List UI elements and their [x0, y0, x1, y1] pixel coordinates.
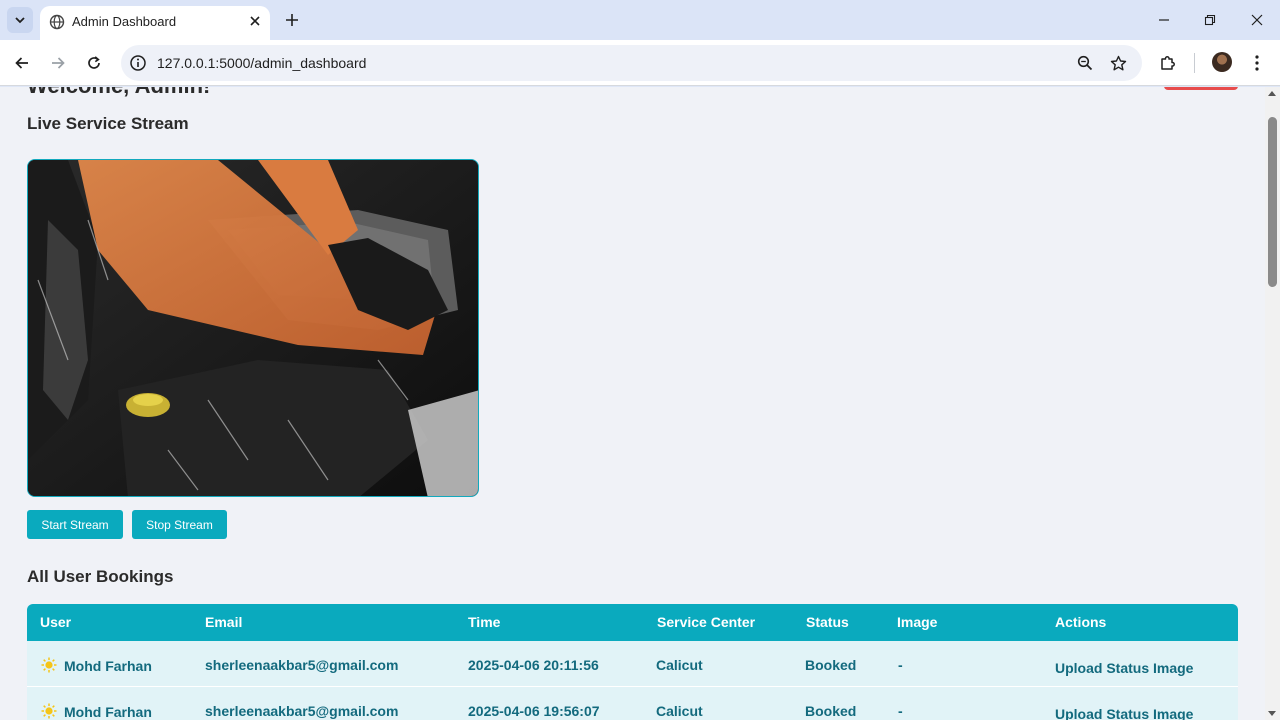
scrollbar-thumb[interactable]	[1268, 117, 1277, 287]
arrow-right-icon	[52, 57, 65, 69]
restore-window-button[interactable]	[1187, 0, 1233, 40]
upload-status-image-link[interactable]: Upload Status Image	[1055, 660, 1193, 676]
live-stream-video	[27, 159, 479, 497]
minimize-icon	[1159, 19, 1169, 21]
sun-icon	[41, 703, 57, 719]
address-bar[interactable]: 127.0.0.1:5000/admin_dashboard	[121, 45, 1142, 81]
forward-button[interactable]	[45, 50, 71, 76]
new-tab-button[interactable]	[281, 9, 303, 31]
zoom-icon	[1077, 55, 1093, 71]
scroll-down-arrow-icon[interactable]	[1268, 711, 1276, 716]
column-header-status: Status	[806, 614, 849, 630]
page-viewport: Welcome, Admin! Live Service Stream	[0, 87, 1280, 720]
stream-section-title: Live Service Stream	[27, 114, 189, 133]
table-row: Mohd Farhan sherleenaakbar5@gmail.com 20…	[27, 641, 1238, 687]
upload-status-image-link[interactable]: Upload Status Image	[1055, 706, 1193, 720]
puzzle-icon	[1161, 56, 1175, 70]
start-stream-button[interactable]: Start Stream	[27, 510, 123, 539]
restore-icon	[1204, 14, 1216, 26]
bookings-table: User Email Time Service Center Status Im…	[27, 604, 1238, 720]
star-icon	[1110, 55, 1126, 70]
cell-image: -	[898, 657, 903, 673]
cell-time: 2025-04-06 20:11:56	[468, 657, 599, 673]
cell-time: 2025-04-06 19:56:07	[468, 703, 600, 719]
bookmark-button[interactable]	[1108, 53, 1128, 73]
cell-service-center: Calicut	[656, 703, 703, 719]
scroll-up-arrow-icon[interactable]	[1268, 91, 1276, 96]
back-button[interactable]	[9, 50, 35, 76]
column-header-actions: Actions	[1055, 614, 1107, 630]
reload-button[interactable]	[81, 50, 107, 76]
chevron-down-icon	[15, 17, 25, 24]
browser-toolbar: 127.0.0.1:5000/admin_dashboard	[0, 40, 1280, 86]
cell-image: -	[898, 703, 903, 719]
table-header-row: User Email Time Service Center Status Im…	[27, 604, 1238, 641]
url-text[interactable]: 127.0.0.1:5000/admin_dashboard	[157, 55, 366, 71]
page-scrollbar[interactable]	[1265, 87, 1280, 720]
cell-email: sherleenaakbar5@gmail.com	[205, 657, 399, 673]
zoom-button[interactable]	[1075, 53, 1095, 73]
tab-search-button[interactable]	[7, 7, 33, 33]
cell-status: Booked	[805, 703, 857, 719]
extensions-button[interactable]	[1155, 50, 1181, 76]
cell-user: Mohd Farhan	[64, 658, 152, 674]
close-tab-button[interactable]	[246, 12, 264, 30]
column-header-user: User	[40, 614, 72, 630]
stream-frame-image	[28, 160, 478, 496]
browser-tab-strip: Admin Dashboard	[0, 0, 1280, 40]
cell-user: Mohd Farhan	[64, 704, 152, 720]
cell-service-center: Calicut	[656, 657, 703, 673]
reload-icon	[88, 56, 100, 69]
welcome-heading: Welcome, Admin!	[27, 87, 210, 99]
column-header-image: Image	[897, 614, 938, 630]
browser-tab-admin-dashboard[interactable]: Admin Dashboard	[40, 6, 270, 40]
plus-icon	[286, 14, 298, 26]
bookings-section-title: All User Bookings	[27, 567, 174, 586]
column-header-time: Time	[468, 614, 501, 630]
stop-stream-button[interactable]: Stop Stream	[132, 510, 227, 539]
profile-avatar[interactable]	[1212, 52, 1232, 72]
more-vert-icon	[1255, 55, 1259, 71]
globe-icon	[49, 14, 65, 30]
toolbar-divider	[1194, 53, 1195, 73]
site-info-icon[interactable]	[129, 54, 147, 72]
logout-button[interactable]	[1164, 87, 1238, 90]
close-window-button[interactable]	[1234, 0, 1280, 40]
table-row: Mohd Farhan sherleenaakbar5@gmail.com 20…	[27, 687, 1238, 720]
cell-status: Booked	[805, 657, 857, 673]
column-header-email: Email	[205, 614, 243, 630]
column-header-service-center: Service Center	[657, 614, 756, 630]
close-icon	[250, 16, 260, 26]
cell-email: sherleenaakbar5@gmail.com	[205, 703, 399, 719]
minimize-window-button[interactable]	[1141, 0, 1187, 40]
close-icon	[1251, 14, 1263, 26]
tab-title: Admin Dashboard	[72, 14, 177, 29]
sun-icon	[41, 657, 57, 673]
arrow-left-icon	[15, 57, 28, 69]
browser-menu-button[interactable]	[1244, 50, 1270, 76]
